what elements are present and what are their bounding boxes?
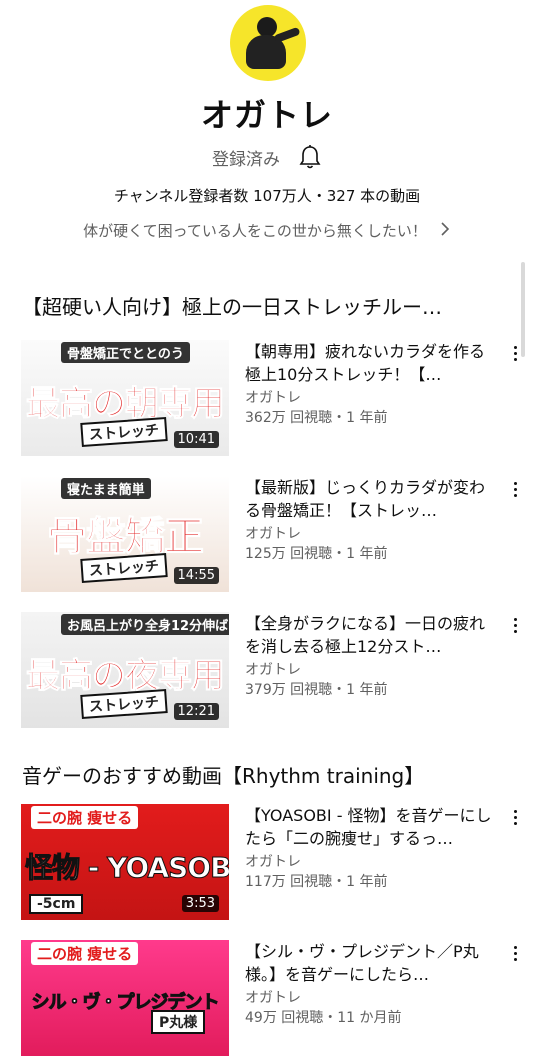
thumbnail-banner: ストレッチ xyxy=(80,417,168,447)
video-meta: 【YOASOBI - 怪物】を音ゲーにしたら「二の腕痩せ」するっ… オガトレ 1… xyxy=(245,804,495,892)
thumbnail-banner: -5cm xyxy=(29,894,84,914)
duration-badge: 14:55 xyxy=(173,567,219,584)
bell-icon[interactable] xyxy=(298,144,322,170)
video-title[interactable]: 【YOASOBI - 怪物】を音ゲーにしたら「二の腕痩せ」するっ… xyxy=(245,804,495,850)
thumbnail-text: 骨盤矯正でととのう xyxy=(61,342,190,363)
thumbnail-headline: 最高の朝専用 xyxy=(26,384,226,425)
video-meta: 【全身がラクになる】一日の疲れを消し去る極上12分スト… オガトレ 379万 回… xyxy=(245,612,495,700)
more-vert-icon[interactable] xyxy=(509,808,521,828)
thumbnail-headline: 怪物 - YOASOBI xyxy=(25,851,230,885)
section-title[interactable]: 音ゲーのおすすめ動画【Rhythm training】 xyxy=(22,760,424,789)
duration-badge: 3:53 xyxy=(181,895,219,912)
channel-description[interactable]: 体が硬くて困っている人をこの世から無くしたい！ xyxy=(0,220,534,241)
video-meta: 【最新版】じっくりカラダが変わる骨盤矯正！【ストレッ… オガトレ 125万 回視… xyxy=(245,476,495,564)
video-channel: オガトレ xyxy=(245,662,301,678)
video-title[interactable]: 【最新版】じっくりカラダが変わる骨盤矯正！【ストレッ… xyxy=(245,476,495,522)
more-vert-icon[interactable] xyxy=(509,944,521,964)
subscribe-row: 登録済み xyxy=(0,144,534,170)
description-text: 体が硬くて困っている人をこの世から無くしたい！ xyxy=(83,222,427,240)
video-channel: オガトレ xyxy=(245,990,301,1006)
thumbnail-banner: ストレッチ xyxy=(80,689,168,719)
video-item[interactable]: 二の腕 痩せる 怪物 - YOASOBI -5cm 3:53 【YOASOBI … xyxy=(21,804,521,920)
section-title[interactable]: 【超硬い人向け】極上の一日ストレッチルー… xyxy=(22,291,442,320)
video-title[interactable]: 【朝専用】疲れないカラダを作る極上10分ストレッチ！【… xyxy=(245,340,495,386)
video-info: 362万 回視聴・1 年前 xyxy=(245,410,388,426)
video-info: 117万 回視聴・1 年前 xyxy=(245,874,388,890)
video-info: 49万 回視聴・11 か月前 xyxy=(245,1010,402,1026)
thumbnail-text: 二の腕 痩せる xyxy=(31,942,139,965)
video-title[interactable]: 【シル・ヴ・プレジデント／P丸様。】を音ゲーにしたら… xyxy=(245,940,495,986)
thumbnail-headline: 最高の夜専用 xyxy=(26,656,226,697)
video-thumbnail[interactable]: 二の腕 痩せる シル・ヴ・プレジデント P丸様 xyxy=(21,940,229,1056)
duration-badge: 10:41 xyxy=(173,431,219,448)
chevron-right-icon xyxy=(439,221,451,241)
video-item[interactable]: お風呂上がり全身12分伸ばす 最高の夜専用 ストレッチ 12:21 【全身がラク… xyxy=(21,612,521,728)
thumbnail-banner: ストレッチ xyxy=(80,553,168,583)
more-vert-icon[interactable] xyxy=(509,480,521,500)
video-meta: 【朝専用】疲れないカラダを作る極上10分ストレッチ！【… オガトレ 362万 回… xyxy=(245,340,495,428)
video-channel: オガトレ xyxy=(245,526,301,542)
video-channel: オガトレ xyxy=(245,390,301,406)
video-thumbnail[interactable]: お風呂上がり全身12分伸ばす 最高の夜専用 ストレッチ 12:21 xyxy=(21,612,229,728)
channel-stats: チャンネル登録者数 107万人・327 本の動画 xyxy=(113,187,421,205)
scrollbar[interactable] xyxy=(521,262,525,357)
channel-name: オガトレ xyxy=(200,96,333,134)
video-info: 379万 回視聴・1 年前 xyxy=(245,682,388,698)
channel-avatar[interactable] xyxy=(230,5,306,81)
thumbnail-text: 寝たまま簡単 xyxy=(61,478,151,499)
more-vert-icon[interactable] xyxy=(509,344,521,364)
video-thumbnail[interactable]: 骨盤矯正でととのう 最高の朝専用 ストレッチ 10:41 xyxy=(21,340,229,456)
duration-badge: 12:21 xyxy=(173,703,219,720)
video-thumbnail[interactable]: 二の腕 痩せる 怪物 - YOASOBI -5cm 3:53 xyxy=(21,804,229,920)
thumbnail-banner: P丸様 xyxy=(151,1010,206,1034)
video-title[interactable]: 【全身がラクになる】一日の疲れを消し去る極上12分スト… xyxy=(245,612,495,658)
more-vert-icon[interactable] xyxy=(509,616,521,636)
video-info: 125万 回視聴・1 年前 xyxy=(245,546,388,562)
video-thumbnail[interactable]: 寝たまま簡単 骨盤矯正 ストレッチ 14:55 xyxy=(21,476,229,592)
thumbnail-text: お風呂上がり全身12分伸ばす xyxy=(61,614,229,635)
subscribed-button[interactable]: 登録済み xyxy=(212,145,280,170)
thumbnail-headline: 骨盤矯正 xyxy=(47,514,205,561)
thumbnail-text: 二の腕 痩せる xyxy=(31,806,139,829)
video-meta: 【シル・ヴ・プレジデント／P丸様。】を音ゲーにしたら… オガトレ 49万 回視聴… xyxy=(245,940,495,1028)
video-channel: オガトレ xyxy=(245,854,301,870)
video-item[interactable]: 二の腕 痩せる シル・ヴ・プレジデント P丸様 【シル・ヴ・プレジデント／P丸様… xyxy=(21,940,521,1056)
video-item[interactable]: 骨盤矯正でととのう 最高の朝専用 ストレッチ 10:41 【朝専用】疲れないカラ… xyxy=(21,340,521,456)
video-item[interactable]: 寝たまま簡単 骨盤矯正 ストレッチ 14:55 【最新版】じっくりカラダが変わる… xyxy=(21,476,521,592)
